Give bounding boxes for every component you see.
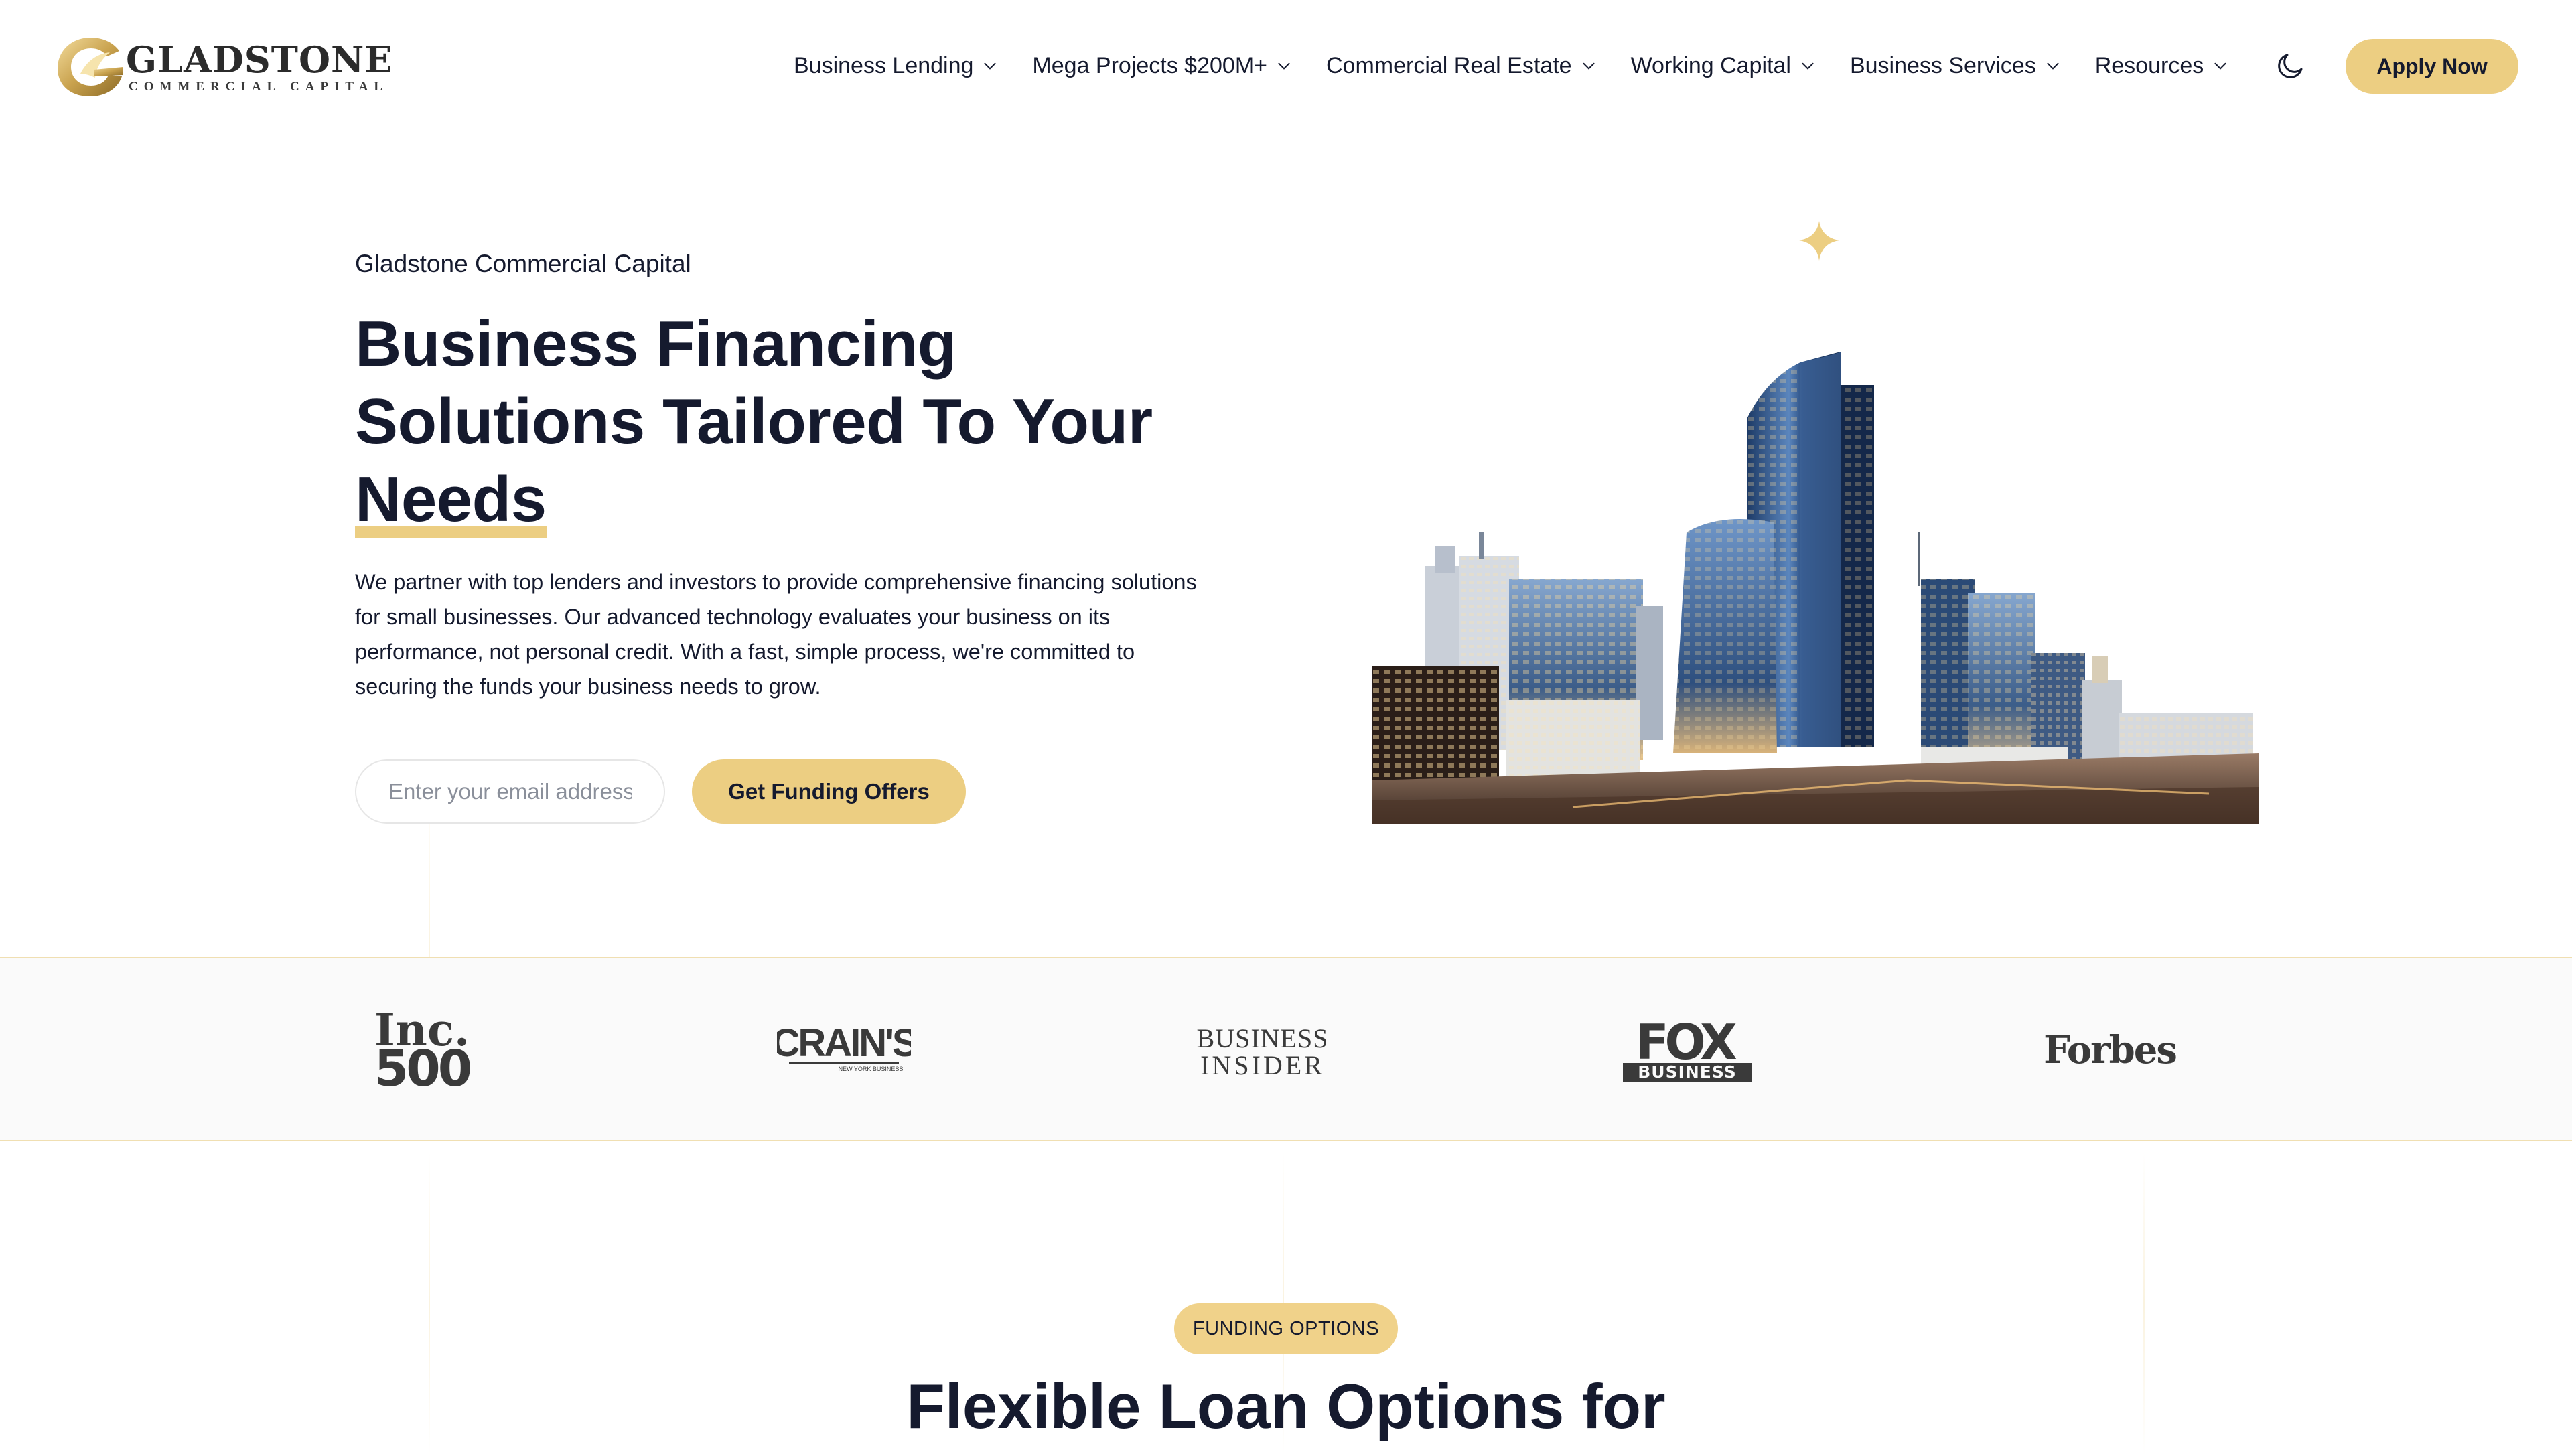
section-title: Flexible Loan Options for <box>906 1371 1666 1441</box>
nav-item-working-capital[interactable]: Working Capital <box>1631 53 1816 79</box>
hero-eyebrow: Gladstone Commercial Capital <box>355 250 691 277</box>
hero-title-line: Business Financing <box>355 308 956 380</box>
chevron-down-icon <box>2047 62 2059 70</box>
press-logo-line: NEW YORK BUSINESS <box>839 1066 904 1072</box>
chevron-down-icon <box>1278 62 1290 70</box>
funding-options-badge: FUNDING OPTIONS <box>1174 1303 1398 1354</box>
press-logo-line: INSIDER <box>1200 1050 1325 1080</box>
press-logo-business-insider: BUSINESS INSIDER <box>1192 958 1333 1143</box>
main-nav: Business Lending Mega Projects $200M+ Co… <box>794 44 2229 87</box>
press-logos-strip: Inc. 500 CRAIN'S NEW YORK BUSINESS BUSIN… <box>0 957 2572 1141</box>
press-logo-line: BUSINESS <box>1638 1062 1737 1082</box>
press-logo-line: Forbes <box>2044 1028 2176 1072</box>
nav-item-label: Business Lending <box>794 52 974 78</box>
apply-now-button[interactable]: Apply Now <box>2346 39 2518 94</box>
brand-emblem-icon <box>58 38 123 96</box>
brand-logo[interactable]: GLADSTONE COMMERCIAL CAPITAL <box>54 33 392 100</box>
nav-item-label: Resources <box>2094 52 2204 78</box>
press-logo-forbes: Forbes <box>2036 958 2184 1143</box>
nav-item-commercial-real-estate[interactable]: Commercial Real Estate <box>1326 53 1597 79</box>
chevron-down-icon <box>1802 62 1814 70</box>
brand-subtitle: COMMERCIAL CAPITAL <box>129 79 389 94</box>
hero-title: Business Financing Solutions Tailored To… <box>355 305 1239 538</box>
get-funding-offers-button[interactable]: Get Funding Offers <box>692 759 966 824</box>
hero-description: We partner with top lenders and investor… <box>355 570 1197 699</box>
press-logo-crains: CRAIN'S NEW YORK BUSINESS <box>777 958 911 1143</box>
nav-item-label: Working Capital <box>1630 52 1791 78</box>
hero-title-line: Solutions Tailored To Your <box>355 386 1153 457</box>
moon-icon[interactable] <box>2275 50 2307 82</box>
press-logo-fox-business: FOX BUSINESS <box>1618 958 1758 1143</box>
city-skyline-image <box>1372 221 2259 824</box>
nav-item-mega-projects[interactable]: Mega Projects $200M+ <box>1032 53 1293 79</box>
email-input[interactable] <box>355 759 665 824</box>
nav-item-label: Commercial Real Estate <box>1326 52 1572 78</box>
press-logo-line: 500 <box>374 1040 470 1091</box>
nav-item-label: Mega Projects $200M+ <box>1032 52 1267 78</box>
nav-item-business-lending[interactable]: Business Lending <box>794 53 999 79</box>
chevron-down-icon <box>2214 62 2226 70</box>
chevron-down-icon <box>984 62 996 70</box>
site-header: GLADSTONE COMMERCIAL CAPITAL Business Le… <box>0 0 2572 131</box>
nav-item-label: Business Services <box>1849 52 2036 78</box>
hero-title-highlight: Needs <box>355 461 547 538</box>
nav-item-resources[interactable]: Resources <box>2095 53 2230 79</box>
press-logo-line: CRAIN'S <box>777 1024 911 1065</box>
nav-item-business-services[interactable]: Business Services <box>1850 53 2062 79</box>
press-logo-inc500: Inc. 500 <box>348 958 496 1143</box>
brand-name: GLADSTONE <box>126 38 393 81</box>
chevron-down-icon <box>1583 62 1595 70</box>
press-logo-line: BUSINESS <box>1197 1023 1329 1053</box>
